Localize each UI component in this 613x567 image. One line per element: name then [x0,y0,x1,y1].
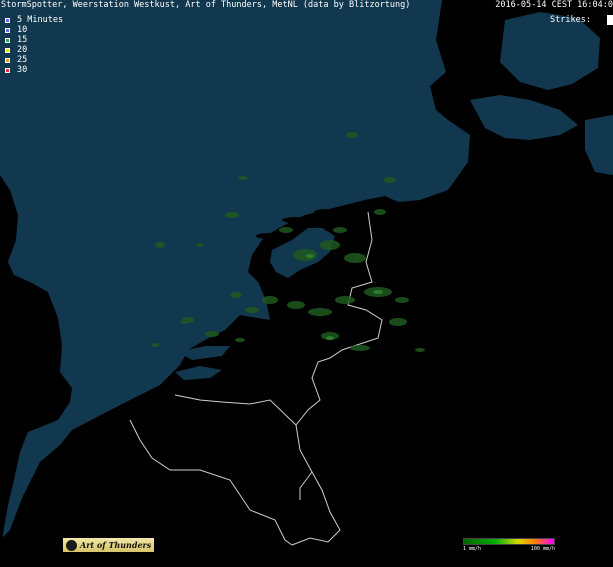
legend-label: 30 [17,65,28,75]
strikes-label: Strikes: [550,15,591,25]
logo-text: Art of Thunders [80,540,152,550]
legend-label: 20 [17,45,28,55]
art-of-thunders-logo: Art of Thunders [63,538,154,552]
time-legend: 5 Minutes 10 15 20 25 30 [5,15,63,75]
timestamp: 2016-05-14 CEST 16:04:0 [495,0,613,10]
intensity-scale-bar [463,538,555,545]
legend-item: 25 [5,55,63,65]
scale-min-label: 1 mm/h [463,546,482,552]
scale-max-label: 100 mm/h [530,546,555,552]
legend-label: 10 [17,25,28,35]
legend-item: 5 Minutes [5,15,63,25]
legend-swatch [5,37,10,43]
legend-item: 30 [5,65,63,75]
legend-label: 5 Minutes [17,15,64,25]
legend-swatch [5,17,10,23]
legend-label: 15 [17,35,28,45]
legend-swatch [5,57,10,63]
legend-swatch [5,27,10,33]
intensity-scale: 1 mm/h 100 mm/h [463,538,555,552]
legend-item: 15 [5,35,63,45]
legend-item: 20 [5,45,63,55]
radar-map [0,0,613,567]
strikes-count-box [607,15,613,25]
legend-label: 25 [17,55,28,65]
logo-emblem-icon [66,539,77,551]
legend-item: 10 [5,25,63,35]
legend-swatch [5,47,10,53]
map-title: StormSpotter, Weerstation Westkust, Art … [1,0,411,10]
legend-swatch [5,67,10,73]
